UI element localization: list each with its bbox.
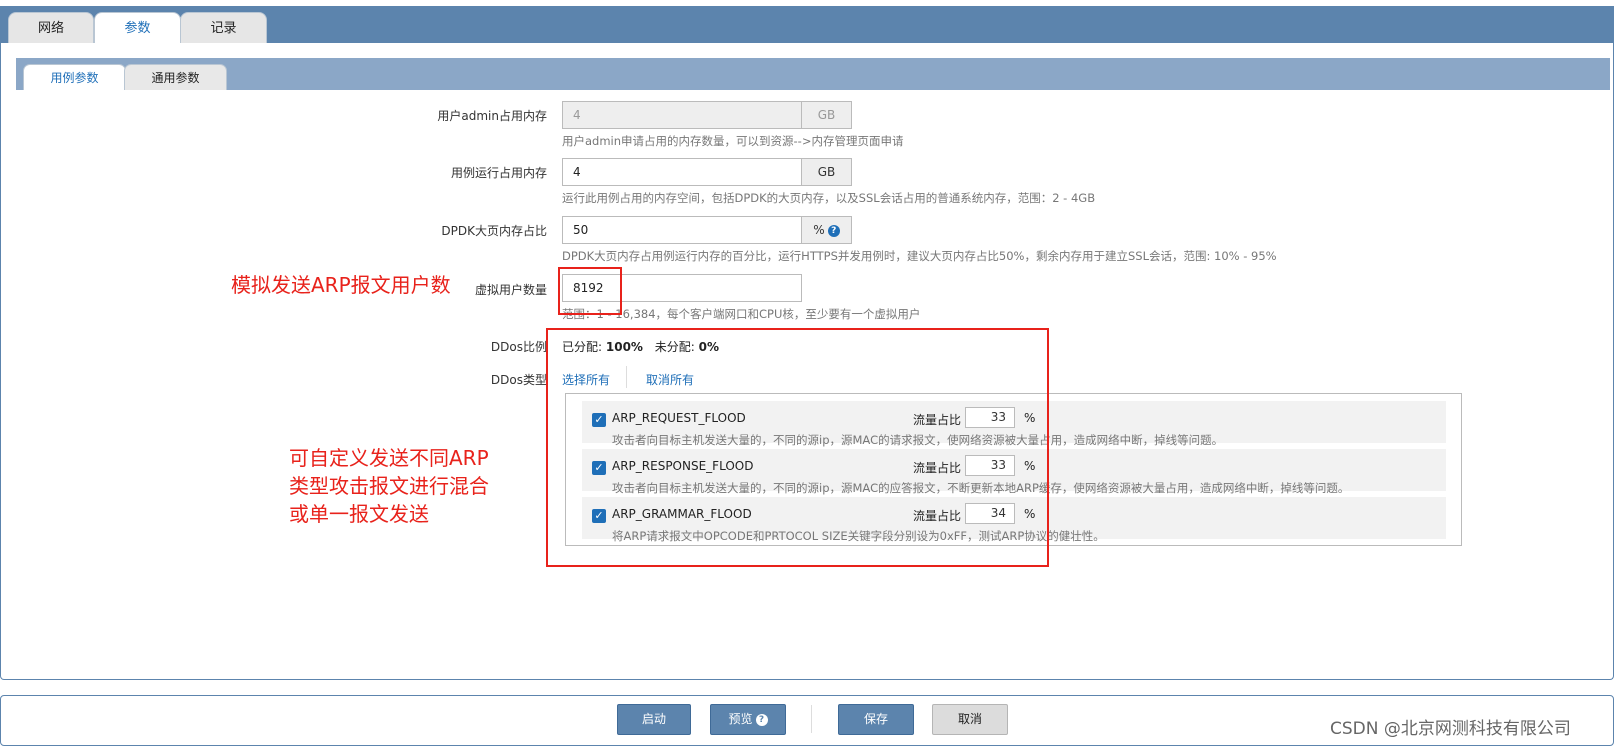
highlight-box-virtual-users bbox=[558, 267, 622, 315]
cancel-button[interactable]: 取消 bbox=[932, 704, 1008, 735]
watermark: CSDN @北京网测科技有限公司 bbox=[1330, 719, 1571, 739]
case-mem-unit: GB bbox=[802, 158, 852, 186]
case-mem-label: 用例运行占用内存 bbox=[450, 166, 547, 180]
admin-mem-unit: GB bbox=[802, 101, 852, 129]
virtual-users-label: 虚拟用户数量 bbox=[474, 283, 547, 297]
question-circle-icon[interactable]: ? bbox=[827, 224, 840, 237]
tab-case-params[interactable]: 用例参数 bbox=[23, 64, 126, 90]
tab-records[interactable]: 记录 bbox=[180, 12, 267, 43]
admin-mem-help: 用户admin申请占用的内存数量，可以到资源-->内存管理页面申请 bbox=[562, 134, 904, 148]
ddos-ratio-label: DDos比例 bbox=[490, 340, 547, 354]
dpdk-ratio-help: DPDK大页内存占用例运行内存的百分比，运行HTTPS并发用例时，建议大页内存占… bbox=[562, 249, 1277, 263]
admin-mem-label: 用户admin占用内存 bbox=[437, 109, 547, 123]
preview-button[interactable]: 预览? bbox=[710, 704, 786, 735]
footer-divider bbox=[811, 705, 812, 733]
save-button[interactable]: 保存 bbox=[838, 704, 914, 735]
annotation-mix-line-2: 类型攻击报文进行混合 bbox=[289, 474, 489, 498]
case-mem-input[interactable]: 4 bbox=[562, 158, 802, 186]
preview-label: 预览 bbox=[728, 712, 753, 726]
sub-tab-bar bbox=[16, 58, 1610, 90]
admin-mem-input: 4 bbox=[562, 101, 802, 129]
dpdk-ratio-unit-text: % bbox=[813, 223, 825, 237]
ddos-type-label: DDos类型 bbox=[490, 373, 547, 387]
highlight-box-ddos bbox=[546, 328, 1049, 567]
dpdk-ratio-label: DPDK大页内存占比 bbox=[441, 224, 547, 238]
tab-common-params[interactable]: 通用参数 bbox=[124, 64, 227, 90]
dpdk-ratio-unit: %? bbox=[802, 216, 852, 244]
start-button[interactable]: 启动 bbox=[617, 704, 691, 735]
annotation-mix-line-3: 或单一报文发送 bbox=[289, 502, 429, 526]
tab-network[interactable]: 网络 bbox=[8, 12, 94, 43]
dpdk-ratio-input[interactable]: 50 bbox=[562, 216, 802, 244]
annotation-mix-line-1: 可自定义发送不同ARP bbox=[289, 446, 489, 470]
tab-params[interactable]: 参数 bbox=[94, 12, 181, 43]
question-circle-icon: ? bbox=[755, 713, 768, 726]
case-mem-help: 运行此用例占用的内存空间，包括DPDK的大页内存，以及SSL会话占用的普通系统内… bbox=[562, 191, 1096, 205]
